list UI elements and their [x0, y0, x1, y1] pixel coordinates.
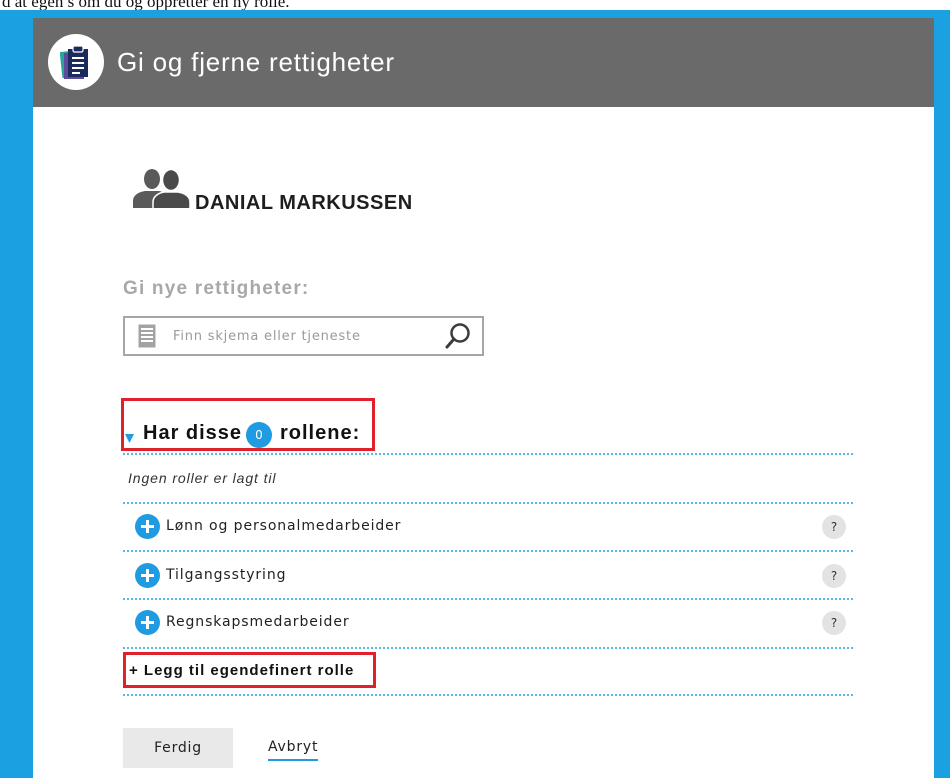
divider [123, 694, 853, 696]
top-caption-strip: d at egen s om du og oppretter en ny rol… [0, 0, 950, 10]
roles-heading-prefix: Har disse [143, 422, 243, 444]
role-suggestion-label: Lønn og personalmedarbeider [166, 518, 402, 534]
triangle-down-icon [125, 428, 134, 443]
cancel-link[interactable]: Avbryt [268, 737, 319, 761]
divider [123, 647, 853, 649]
empty-roles-text: Ingen roller er lagt til [128, 470, 277, 486]
add-custom-role-link[interactable]: + Legg til egendefinert rolle [129, 661, 354, 681]
role-count-badge: 0 [246, 422, 272, 448]
top-caption: d at egen s om du og oppretter en ny rol… [2, 0, 290, 10]
role-suggestion-row[interactable]: Regnskapsmedarbeider ? [123, 600, 853, 646]
grant-rights-label: Gi nye rettigheter: [123, 278, 310, 299]
search-icon[interactable] [443, 321, 473, 351]
plus-circle-icon[interactable] [135, 563, 160, 588]
plus-circle-icon[interactable] [135, 610, 160, 635]
dialog-header: Gi og fjerne rettigheter [33, 18, 934, 107]
role-suggestion-label: Tilgangsstyring [166, 567, 287, 583]
search-input[interactable] [173, 325, 435, 347]
rights-dialog: Gi og fjerne rettigheter DANIAL MARKUSSE… [33, 18, 934, 778]
divider [123, 550, 853, 552]
plus-circle-icon[interactable] [135, 514, 160, 539]
users-icon [133, 168, 191, 210]
help-button[interactable]: ? [822, 515, 846, 539]
help-button[interactable]: ? [822, 611, 846, 635]
role-suggestion-row[interactable]: Tilgangsstyring ? [123, 553, 853, 599]
divider [123, 453, 853, 455]
role-suggestion-label: Regnskapsmedarbeider [166, 614, 350, 630]
help-button[interactable]: ? [822, 564, 846, 588]
role-suggestion-row[interactable]: Lønn og personalmedarbeider ? [123, 504, 853, 550]
roles-heading-suffix: rollene: [280, 422, 361, 444]
dialog-title: Gi og fjerne rettigheter [117, 47, 395, 77]
document-icon [138, 324, 156, 348]
clipboard-icon [48, 34, 104, 90]
done-button[interactable]: Ferdig [123, 728, 233, 768]
search-box[interactable] [123, 316, 484, 356]
user-name: DANIAL MARKUSSEN [195, 192, 413, 214]
